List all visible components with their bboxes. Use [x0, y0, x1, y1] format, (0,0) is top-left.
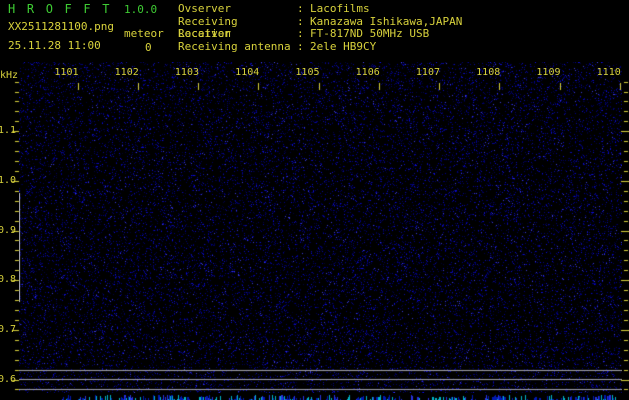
info-label: Ovserver [178, 2, 231, 15]
output-filename: XX2511281100.png [8, 20, 114, 33]
time-tick-label: 1107 [415, 67, 440, 78]
info-row: Receiver: FT-817ND 50MHz USB [178, 28, 462, 41]
info-row: Ovserver: Lacofilms [178, 2, 462, 16]
activity-level-strip [19, 393, 622, 400]
info-colon: : [297, 27, 304, 41]
info-value: FT-817ND 50MHz USB [310, 27, 430, 41]
time-tick-label: 1109 [536, 67, 561, 78]
info-value: Lacofilms [310, 2, 370, 15]
time-tick-label: 1101 [54, 67, 79, 78]
info-colon: : [297, 39, 304, 53]
freq-unit-label: kHz [0, 70, 19, 81]
echo-count: 0 [145, 41, 152, 54]
info-row: Receiving antenna: 2ele HB9CY [178, 39, 462, 54]
freq-tick-label: 1.0 [0, 175, 16, 186]
info-label: Receiver [178, 27, 231, 41]
time-tick-label: 1103 [174, 67, 199, 78]
freq-tick-label: 0.8 [0, 274, 16, 285]
info-value: 2ele HB9CY [310, 39, 377, 53]
app-version: 1.0.0 [124, 3, 158, 16]
mode-label: meteor [124, 27, 164, 40]
freq-tick-label: 0.9 [0, 225, 16, 236]
time-tick-label: 1106 [355, 67, 380, 78]
time-tick-label: 1104 [235, 67, 260, 78]
time-tick-label: 1102 [114, 67, 139, 78]
time-tick-label: 1110 [596, 67, 621, 78]
app-title: H R O F F T [8, 2, 112, 16]
freq-tick-label: 0.6 [0, 374, 16, 385]
spectrogram [19, 62, 622, 393]
hrofft-window: H R O F F T 1.0.0 XX2511281100.png meteo… [0, 0, 629, 400]
freq-tick-label: 1.1 [0, 125, 16, 136]
station-info-block: Ovserver: Lacofilms Receiving Location: K… [178, 2, 462, 54]
datetime-label: 25.11.28 11:00 [8, 39, 101, 52]
info-label: Receiving antenna [178, 39, 291, 53]
time-tick-label: 1105 [295, 67, 320, 78]
time-tick-label: 1108 [476, 67, 501, 78]
info-colon: : [297, 2, 304, 15]
freq-tick-label: 0.7 [0, 324, 16, 335]
